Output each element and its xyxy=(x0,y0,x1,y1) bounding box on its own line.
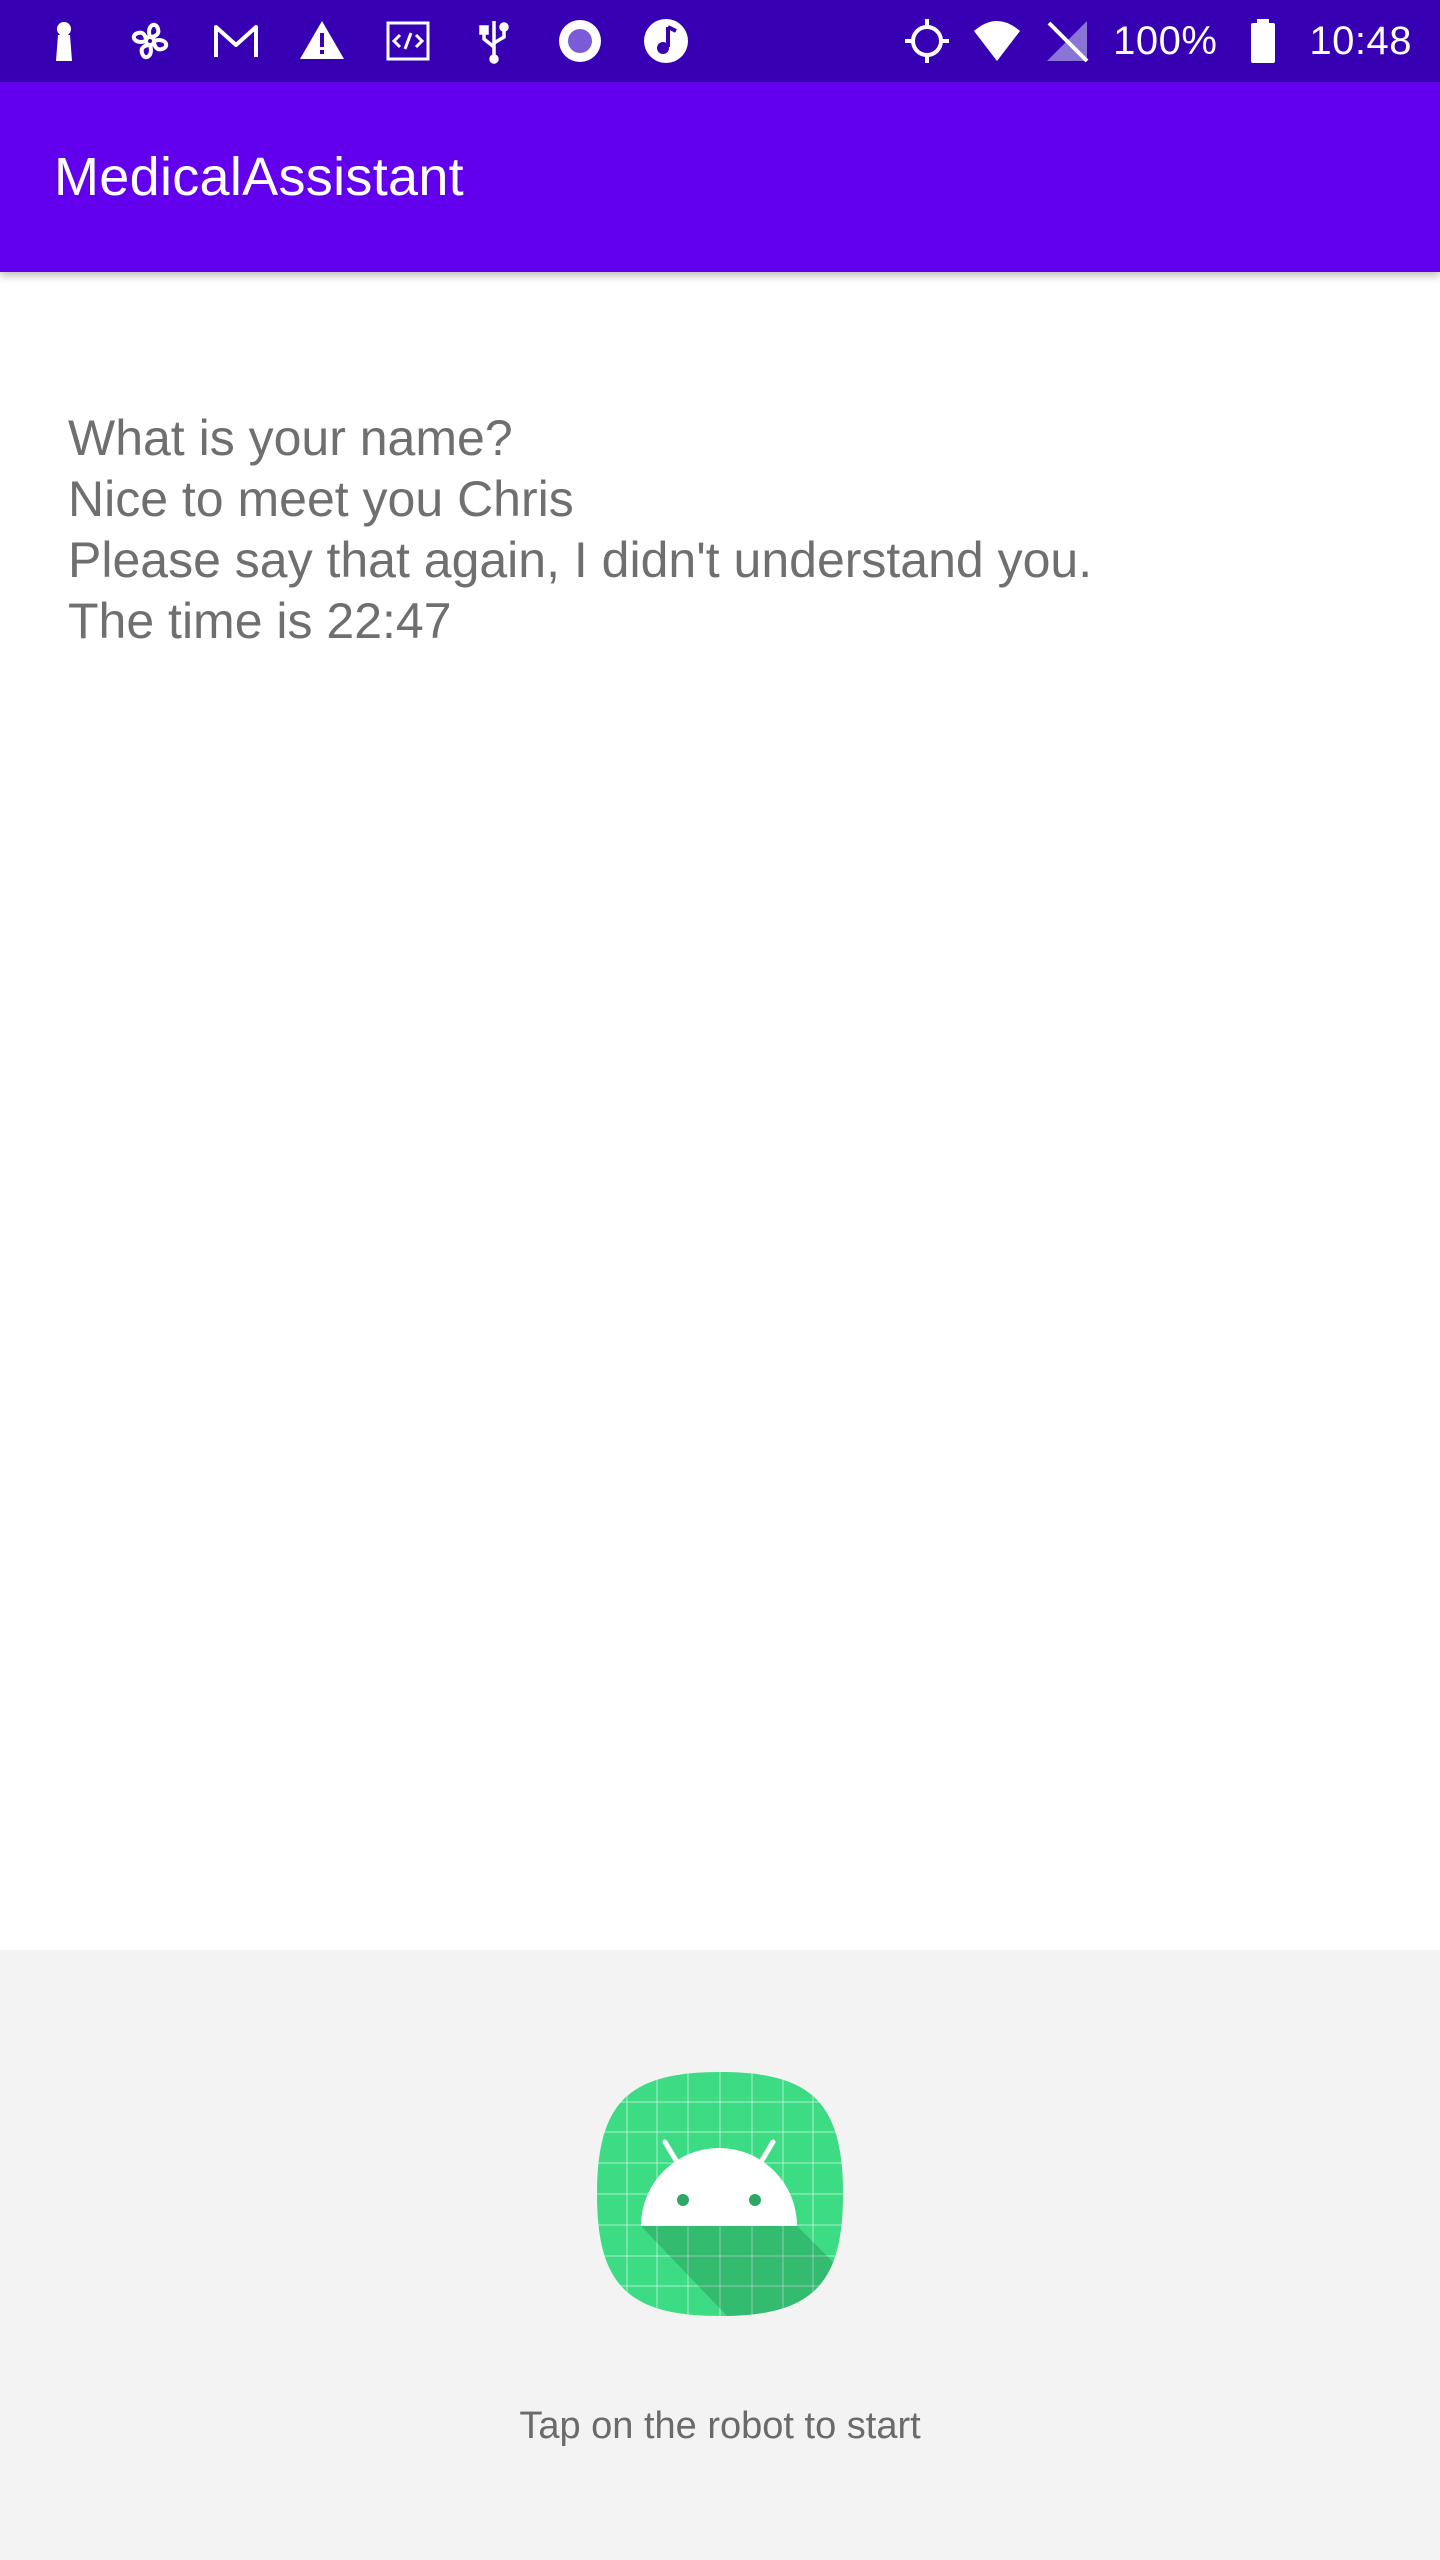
system-icons: 100% 10:48 xyxy=(903,17,1412,65)
conversation-log: What is your name? Nice to meet you Chri… xyxy=(68,408,1388,652)
keyhole-icon xyxy=(40,17,88,65)
start-hint: Tap on the robot to start xyxy=(519,2405,921,2447)
app-bar: MedicalAssistant xyxy=(0,82,1440,272)
status-bar: 100% 10:48 xyxy=(0,0,1440,82)
music-icon xyxy=(642,17,690,65)
record-icon xyxy=(556,17,604,65)
code-icon xyxy=(384,17,432,65)
no-signal-icon xyxy=(1043,17,1091,65)
app-title: MedicalAssistant xyxy=(54,147,464,207)
conversation-line: Nice to meet you Chris xyxy=(68,471,574,527)
usb-icon xyxy=(470,17,518,65)
notification-icons xyxy=(40,17,690,65)
android-robot-icon[interactable] xyxy=(597,2072,843,2316)
battery-percentage: 100% xyxy=(1113,18,1218,63)
wifi-icon xyxy=(973,17,1021,65)
start-robot-button[interactable] xyxy=(597,2072,843,2316)
gmail-icon xyxy=(212,17,260,65)
conversation-line: The time is 22:47 xyxy=(68,593,452,649)
fan-icon xyxy=(126,17,174,65)
conversation-line: What is your name? xyxy=(68,410,513,466)
battery-icon xyxy=(1239,17,1287,65)
status-clock: 10:48 xyxy=(1309,18,1412,63)
conversation-line: Please say that again, I didn't understa… xyxy=(68,532,1093,588)
warning-icon xyxy=(298,17,346,65)
location-icon xyxy=(903,17,951,65)
